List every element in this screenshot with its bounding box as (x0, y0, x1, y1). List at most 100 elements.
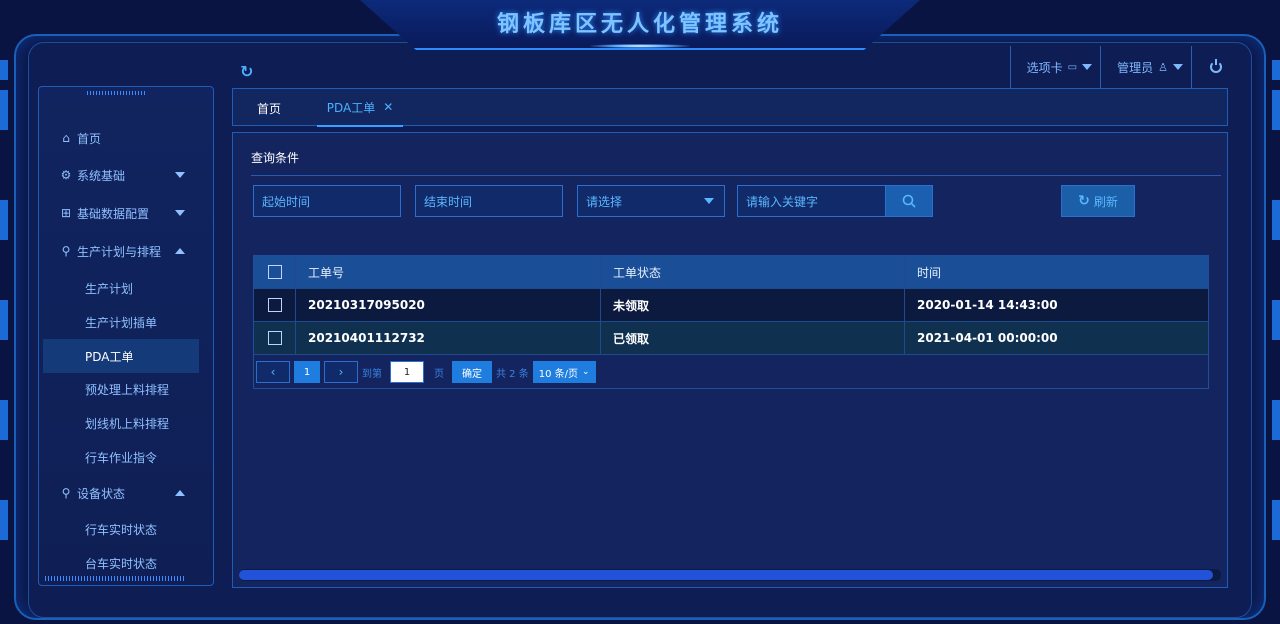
table-row[interactable]: 20210317095020 未领取 2020-01-14 14:43:00 (254, 288, 1208, 322)
chevron-up-icon (175, 248, 185, 254)
prev-page-button[interactable]: ‹ (256, 361, 290, 383)
goto-confirm-button[interactable]: 确定 (452, 361, 492, 383)
sidebar-item-base-data[interactable]: ⊞ 基础数据配置 (39, 196, 213, 230)
chevron-down-icon (1173, 64, 1183, 70)
sidebar-item-marking-schedule[interactable]: 划线机上料排程 (39, 406, 213, 440)
orders-table: 工单号 工单状态 时间 20210317095020 未领取 2020-01-1… (253, 255, 1209, 389)
sidebar-item-home[interactable]: ⌂ 首页 (39, 121, 213, 155)
status-select[interactable]: 请选择 (577, 185, 725, 217)
search-button[interactable] (885, 185, 933, 217)
home-icon: ⌂ (62, 131, 70, 145)
close-icon[interactable]: ✕ (383, 100, 393, 114)
title-glow (590, 44, 690, 48)
tab-home[interactable]: 首页 (257, 89, 281, 127)
sidebar: ⌂ 首页 ⚙ 系统基础 ⊞ 基础数据配置 ⚲ 生产计划与排程 生产计划 生产计划… (38, 86, 214, 586)
left-edge-decoration (0, 500, 8, 540)
sidebar-item-cart-status[interactable]: 台车实时状态 (39, 546, 213, 580)
user-menu-button[interactable]: 管理员 ♙ (1100, 46, 1191, 88)
tab-label: PDA工单 (326, 100, 376, 115)
keyword-input[interactable]: 请输入关键字 (737, 185, 887, 217)
start-time-input[interactable]: 起始时间 (253, 185, 401, 217)
column-header: 工单状态 (601, 255, 905, 289)
sidebar-item-label: 设备状态 (77, 486, 126, 501)
sidebar-item-production-plan[interactable]: 生产计划 (39, 271, 213, 305)
order-no-cell: 20210317095020 (296, 288, 601, 322)
page-size-label: 10 条/页 (538, 368, 579, 380)
status-cell: 未领取 (601, 288, 905, 322)
divider (251, 175, 1221, 176)
row-checkbox[interactable] (267, 331, 282, 345)
sidebar-item-label: 生产计划与排程 (77, 244, 162, 259)
refresh-icon: ↻ (1078, 193, 1090, 209)
chevron-down-icon (704, 198, 714, 204)
sidebar-item-label: 行车作业指令 (85, 450, 158, 465)
order-no-cell: 20210401112732 (296, 321, 601, 355)
row-checkbox-cell (254, 288, 296, 322)
left-edge-decoration (0, 400, 8, 440)
panel-title: 查询条件 (251, 151, 300, 165)
chevron-down-icon (175, 172, 185, 178)
gear-icon: ⚙ (60, 168, 72, 182)
sidebar-item-label: 生产计划 (85, 281, 134, 296)
chevron-down-icon: ⌄ (582, 367, 590, 377)
sidebar-item-label: 生产计划插单 (85, 315, 158, 330)
sidebar-item-plan-insert[interactable]: 生产计划插单 (39, 305, 213, 339)
header-checkbox-cell (254, 255, 296, 289)
sidebar-item-label: PDA工单 (85, 349, 134, 364)
page-size-select[interactable]: 10 条/页 ⌄ (532, 361, 596, 383)
user-icon: ♙ (1158, 60, 1168, 74)
chevron-left-icon: ‹ (270, 365, 276, 379)
sidebar-item-production-planning[interactable]: ⚲ 生产计划与排程 (39, 234, 213, 268)
sidebar-item-crane-commands[interactable]: 行车作业指令 (39, 440, 213, 474)
table-header-row: 工单号 工单状态 时间 (254, 255, 1208, 289)
left-edge-decoration (0, 60, 8, 80)
end-time-placeholder: 结束时间 (424, 194, 473, 209)
chevron-down-icon (175, 210, 185, 216)
table-row[interactable]: 20210401112732 已领取 2021-04-01 00:00:00 (254, 321, 1208, 355)
pagination: ‹ 1 › 到第 1 页 确定 共 2 条 10 条/页 ⌄ (254, 356, 596, 388)
right-edge-decoration (1272, 500, 1280, 540)
end-time-input[interactable]: 结束时间 (415, 185, 563, 217)
sidebar-decoration (45, 576, 185, 581)
logout-button[interactable] (1191, 46, 1230, 88)
tabs-menu-button[interactable]: 选项卡 ▭ (1009, 46, 1100, 88)
sidebar-item-label: 划线机上料排程 (85, 416, 170, 431)
sidebar-item-label: 行车实时状态 (85, 522, 158, 537)
right-edge-decoration (1272, 200, 1280, 240)
power-icon (1210, 59, 1222, 73)
sidebar-item-device-status[interactable]: ⚲ 设备状态 (39, 476, 213, 510)
left-edge-decoration (0, 300, 8, 340)
grid-icon: ⊞ (60, 206, 72, 220)
select-all-checkbox[interactable] (267, 265, 282, 279)
sidebar-item-label: 预处理上料排程 (85, 382, 170, 397)
sidebar-item-system-basics[interactable]: ⚙ 系统基础 (39, 158, 213, 192)
right-edge-decoration (1272, 300, 1280, 340)
goto-page-input[interactable]: 1 (390, 361, 424, 383)
page-number-current[interactable]: 1 (294, 361, 320, 383)
refresh-icon[interactable]: ↻ (240, 62, 253, 81)
search-icon (902, 194, 916, 208)
sidebar-item-crane-status[interactable]: 行车实时状态 (39, 512, 213, 546)
column-header: 工单号 (296, 255, 601, 289)
left-edge-decoration (0, 90, 8, 130)
sidebar-decoration (87, 91, 147, 95)
scrollbar-thumb[interactable] (239, 570, 1213, 580)
sidebar-item-label: 首页 (77, 131, 102, 146)
tab-pda-order[interactable]: PDA工单 ✕ (317, 89, 403, 127)
right-edge-decoration (1272, 400, 1280, 440)
sidebar-item-pda-order[interactable]: PDA工单 (43, 339, 199, 373)
user-menu-label: 管理员 (1117, 60, 1154, 75)
horizontal-scrollbar[interactable] (239, 569, 1221, 581)
app-title: 钢板库区无人化管理系统 (496, 12, 783, 37)
row-checkbox[interactable] (267, 298, 282, 312)
status-cell: 已领取 (601, 321, 905, 355)
tab-label: 首页 (257, 101, 282, 116)
refresh-button[interactable]: ↻ 刷新 (1061, 185, 1135, 217)
chevron-right-icon: › (338, 365, 344, 379)
column-header: 时间 (917, 265, 942, 280)
sidebar-item-preprocess-schedule[interactable]: 预处理上料排程 (39, 372, 213, 406)
next-page-button[interactable]: › (324, 361, 358, 383)
start-time-placeholder: 起始时间 (262, 194, 311, 209)
time-cell: 2021-04-01 00:00:00 (917, 331, 1058, 345)
page-unit-label: 页 (434, 368, 444, 380)
